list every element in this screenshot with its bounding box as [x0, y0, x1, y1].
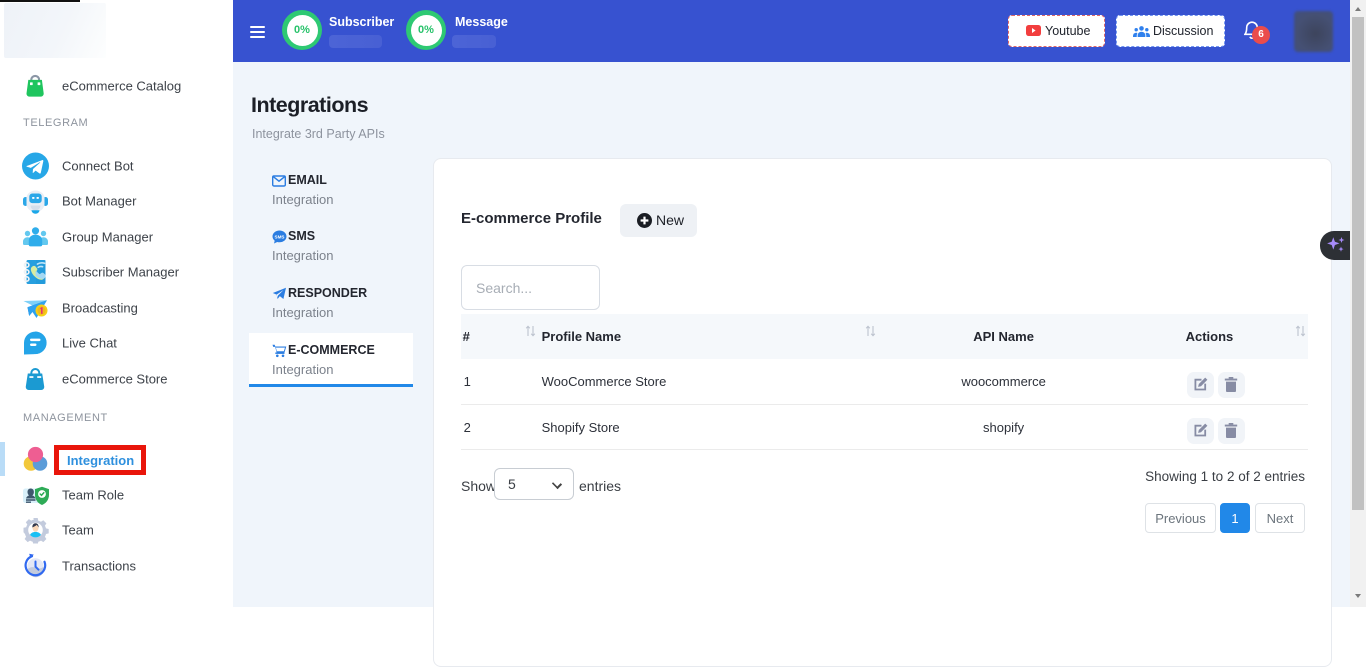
- svg-text:SMS: SMS: [275, 234, 285, 239]
